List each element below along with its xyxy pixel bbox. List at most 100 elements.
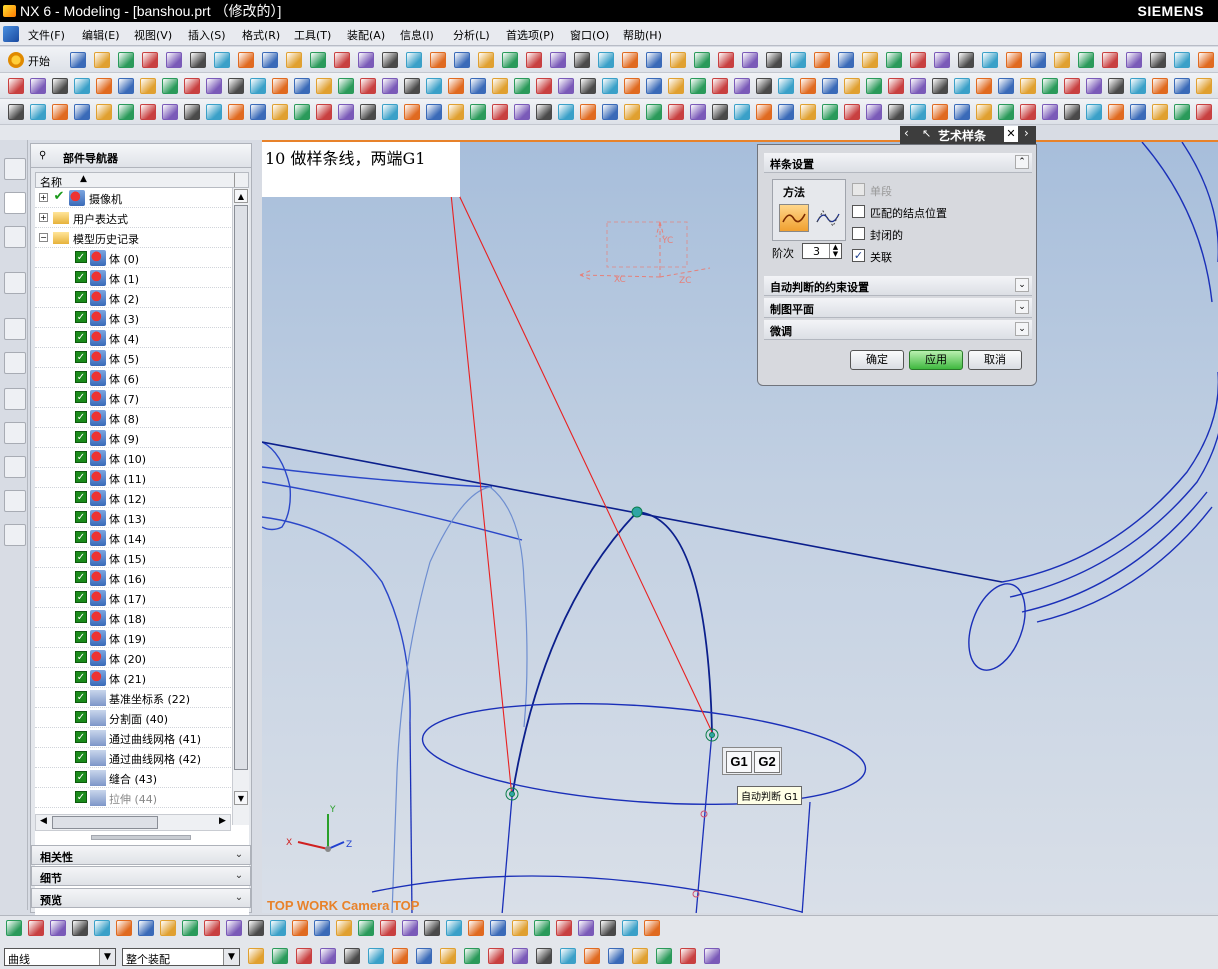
section-drawing-plane[interactable]: 制图平面 ⌄ bbox=[764, 298, 1032, 318]
visibility-checkbox[interactable]: ✓ bbox=[75, 351, 87, 363]
toolbar-tool-icon[interactable] bbox=[448, 78, 464, 94]
toolbar-tool-icon[interactable] bbox=[228, 78, 244, 94]
app-menu-icon[interactable] bbox=[3, 26, 19, 42]
toolbar-tool-icon[interactable] bbox=[238, 52, 254, 68]
toolbar-tool-icon[interactable] bbox=[644, 920, 660, 936]
history-item[interactable]: ✓ 体 (9) bbox=[35, 428, 231, 448]
check-icon[interactable]: ✔ bbox=[53, 190, 65, 203]
toolbar-tool-icon[interactable] bbox=[680, 948, 696, 964]
menu-edit[interactable]: 编辑(E) bbox=[82, 27, 120, 43]
toolbar-tool-icon[interactable] bbox=[262, 52, 278, 68]
toolbar-tool-icon[interactable] bbox=[1042, 104, 1058, 120]
toolbar-tool-icon[interactable] bbox=[998, 104, 1014, 120]
toolbar-tool-icon[interactable] bbox=[1006, 52, 1022, 68]
system-materials-tab[interactable] bbox=[4, 352, 26, 374]
chevron-up-icon[interactable]: ⌃ bbox=[1015, 155, 1029, 169]
toolbar-tool-icon[interactable] bbox=[380, 920, 396, 936]
section-fine-tune[interactable]: 微调 ⌄ bbox=[764, 320, 1032, 340]
toolbar-tool-icon[interactable] bbox=[712, 78, 728, 94]
toolbar-tool-icon[interactable] bbox=[316, 104, 332, 120]
history-item[interactable]: ✓ 体 (19) bbox=[35, 628, 231, 648]
chevron-down-icon[interactable]: ⌄ bbox=[232, 848, 246, 862]
toolbar-tool-icon[interactable] bbox=[584, 948, 600, 964]
chevron-down-icon[interactable]: ⌄ bbox=[1015, 300, 1029, 314]
toolbar-tool-icon[interactable] bbox=[534, 920, 550, 936]
toolbar-tool-icon[interactable] bbox=[250, 78, 266, 94]
tree-node[interactable]: + ✔ 摄像机 bbox=[35, 188, 231, 208]
history-item[interactable]: ✓ 体 (3) bbox=[35, 308, 231, 328]
toolbar-tool-icon[interactable] bbox=[184, 78, 200, 94]
menu-help[interactable]: 帮助(H) bbox=[623, 27, 662, 43]
toolbar-tool-icon[interactable] bbox=[338, 78, 354, 94]
toolbar-tool-icon[interactable] bbox=[204, 920, 220, 936]
visibility-checkbox[interactable]: ✓ bbox=[75, 471, 87, 483]
toolbar-tool-icon[interactable] bbox=[954, 104, 970, 120]
toolbar-tool-icon[interactable] bbox=[998, 78, 1014, 94]
history-item[interactable]: ✓ 体 (20) bbox=[35, 648, 231, 668]
toolbar-tool-icon[interactable] bbox=[580, 104, 596, 120]
toolbar-tool-icon[interactable] bbox=[492, 78, 508, 94]
menu-view[interactable]: 视图(V) bbox=[134, 27, 172, 43]
toolbar-tool-icon[interactable] bbox=[932, 104, 948, 120]
history-item[interactable]: ✓ 体 (8) bbox=[35, 408, 231, 428]
toolbar-tool-icon[interactable] bbox=[70, 52, 86, 68]
history-item[interactable]: ✓ 体 (10) bbox=[35, 448, 231, 468]
toolbar-tool-icon[interactable] bbox=[404, 104, 420, 120]
toolbar-tool-icon[interactable] bbox=[1152, 104, 1168, 120]
close-icon[interactable]: ✕ bbox=[1004, 126, 1018, 142]
toolbar-tool-icon[interactable] bbox=[1108, 78, 1124, 94]
visibility-checkbox[interactable]: ✓ bbox=[75, 291, 87, 303]
toolbar-tool-icon[interactable] bbox=[296, 948, 312, 964]
assembly-navigator-tab[interactable] bbox=[4, 158, 26, 180]
visibility-checkbox[interactable]: ✓ bbox=[75, 251, 87, 263]
visibility-checkbox[interactable]: ✓ bbox=[75, 371, 87, 383]
toolbar-tool-icon[interactable] bbox=[1108, 104, 1124, 120]
toolbar-tool-icon[interactable] bbox=[360, 78, 376, 94]
section-dependencies[interactable]: 相关性 ⌄ bbox=[31, 845, 251, 865]
history-item[interactable]: ✓ 缝合 (43) bbox=[35, 768, 231, 788]
toolbar-tool-icon[interactable] bbox=[406, 52, 422, 68]
history-item[interactable]: ✓ 体 (0) bbox=[35, 248, 231, 268]
history-item[interactable]: ✓ 通过曲线网格 (41) bbox=[35, 728, 231, 748]
toolbar-tool-icon[interactable] bbox=[320, 948, 336, 964]
visibility-checkbox[interactable]: ✓ bbox=[75, 491, 87, 503]
toolbar-tool-icon[interactable] bbox=[718, 52, 734, 68]
toolbar-tool-icon[interactable] bbox=[162, 78, 178, 94]
toolbar-tool-icon[interactable] bbox=[292, 920, 308, 936]
menu-assemblies[interactable]: 装配(A) bbox=[347, 27, 385, 43]
section-preview[interactable]: 预览 ⌄ bbox=[31, 888, 251, 908]
toolbar-tool-icon[interactable] bbox=[602, 78, 618, 94]
menu-analysis[interactable]: 分析(L) bbox=[453, 27, 490, 43]
toolbar-tool-icon[interactable] bbox=[28, 920, 44, 936]
toolbar-tool-icon[interactable] bbox=[166, 52, 182, 68]
history-item[interactable]: ✓ 体 (15) bbox=[35, 548, 231, 568]
history-item[interactable]: ✓ 体 (21) bbox=[35, 668, 231, 688]
toolbar-tool-icon[interactable] bbox=[646, 52, 662, 68]
toolbar-tool-icon[interactable] bbox=[490, 920, 506, 936]
toolbar-tool-icon[interactable] bbox=[844, 104, 860, 120]
toolbar-tool-icon[interactable] bbox=[314, 920, 330, 936]
visibility-checkbox[interactable]: ✓ bbox=[75, 391, 87, 403]
toolbar-tool-icon[interactable] bbox=[74, 104, 90, 120]
toolbar-tool-icon[interactable] bbox=[814, 52, 830, 68]
toolbar-tool-icon[interactable] bbox=[574, 52, 590, 68]
toolbar-tool-icon[interactable] bbox=[668, 104, 684, 120]
toolbar-tool-icon[interactable] bbox=[358, 920, 374, 936]
toolbar-tool-icon[interactable] bbox=[704, 948, 720, 964]
history-item[interactable]: ✓ 体 (4) bbox=[35, 328, 231, 348]
checkbox[interactable]: ✓ bbox=[852, 249, 865, 262]
g2-button[interactable]: G2 bbox=[754, 751, 780, 773]
toolbar-tool-icon[interactable] bbox=[778, 78, 794, 94]
toolbar-tool-icon[interactable] bbox=[228, 104, 244, 120]
expand-toggle-icon[interactable]: − bbox=[39, 233, 48, 242]
toolbar-tool-icon[interactable] bbox=[558, 78, 574, 94]
tree-node[interactable]: + 用户表达式 bbox=[35, 208, 231, 228]
toolbar-tool-icon[interactable] bbox=[294, 104, 310, 120]
toolbar-tool-icon[interactable] bbox=[694, 52, 710, 68]
history-item[interactable]: ✓ 体 (6) bbox=[35, 368, 231, 388]
toolbar-tool-icon[interactable] bbox=[448, 104, 464, 120]
toolbar-tool-icon[interactable] bbox=[470, 78, 486, 94]
toolbar-tool-icon[interactable] bbox=[756, 104, 772, 120]
toolbar-tool-icon[interactable] bbox=[1020, 78, 1036, 94]
toolbar-tool-icon[interactable] bbox=[8, 78, 24, 94]
